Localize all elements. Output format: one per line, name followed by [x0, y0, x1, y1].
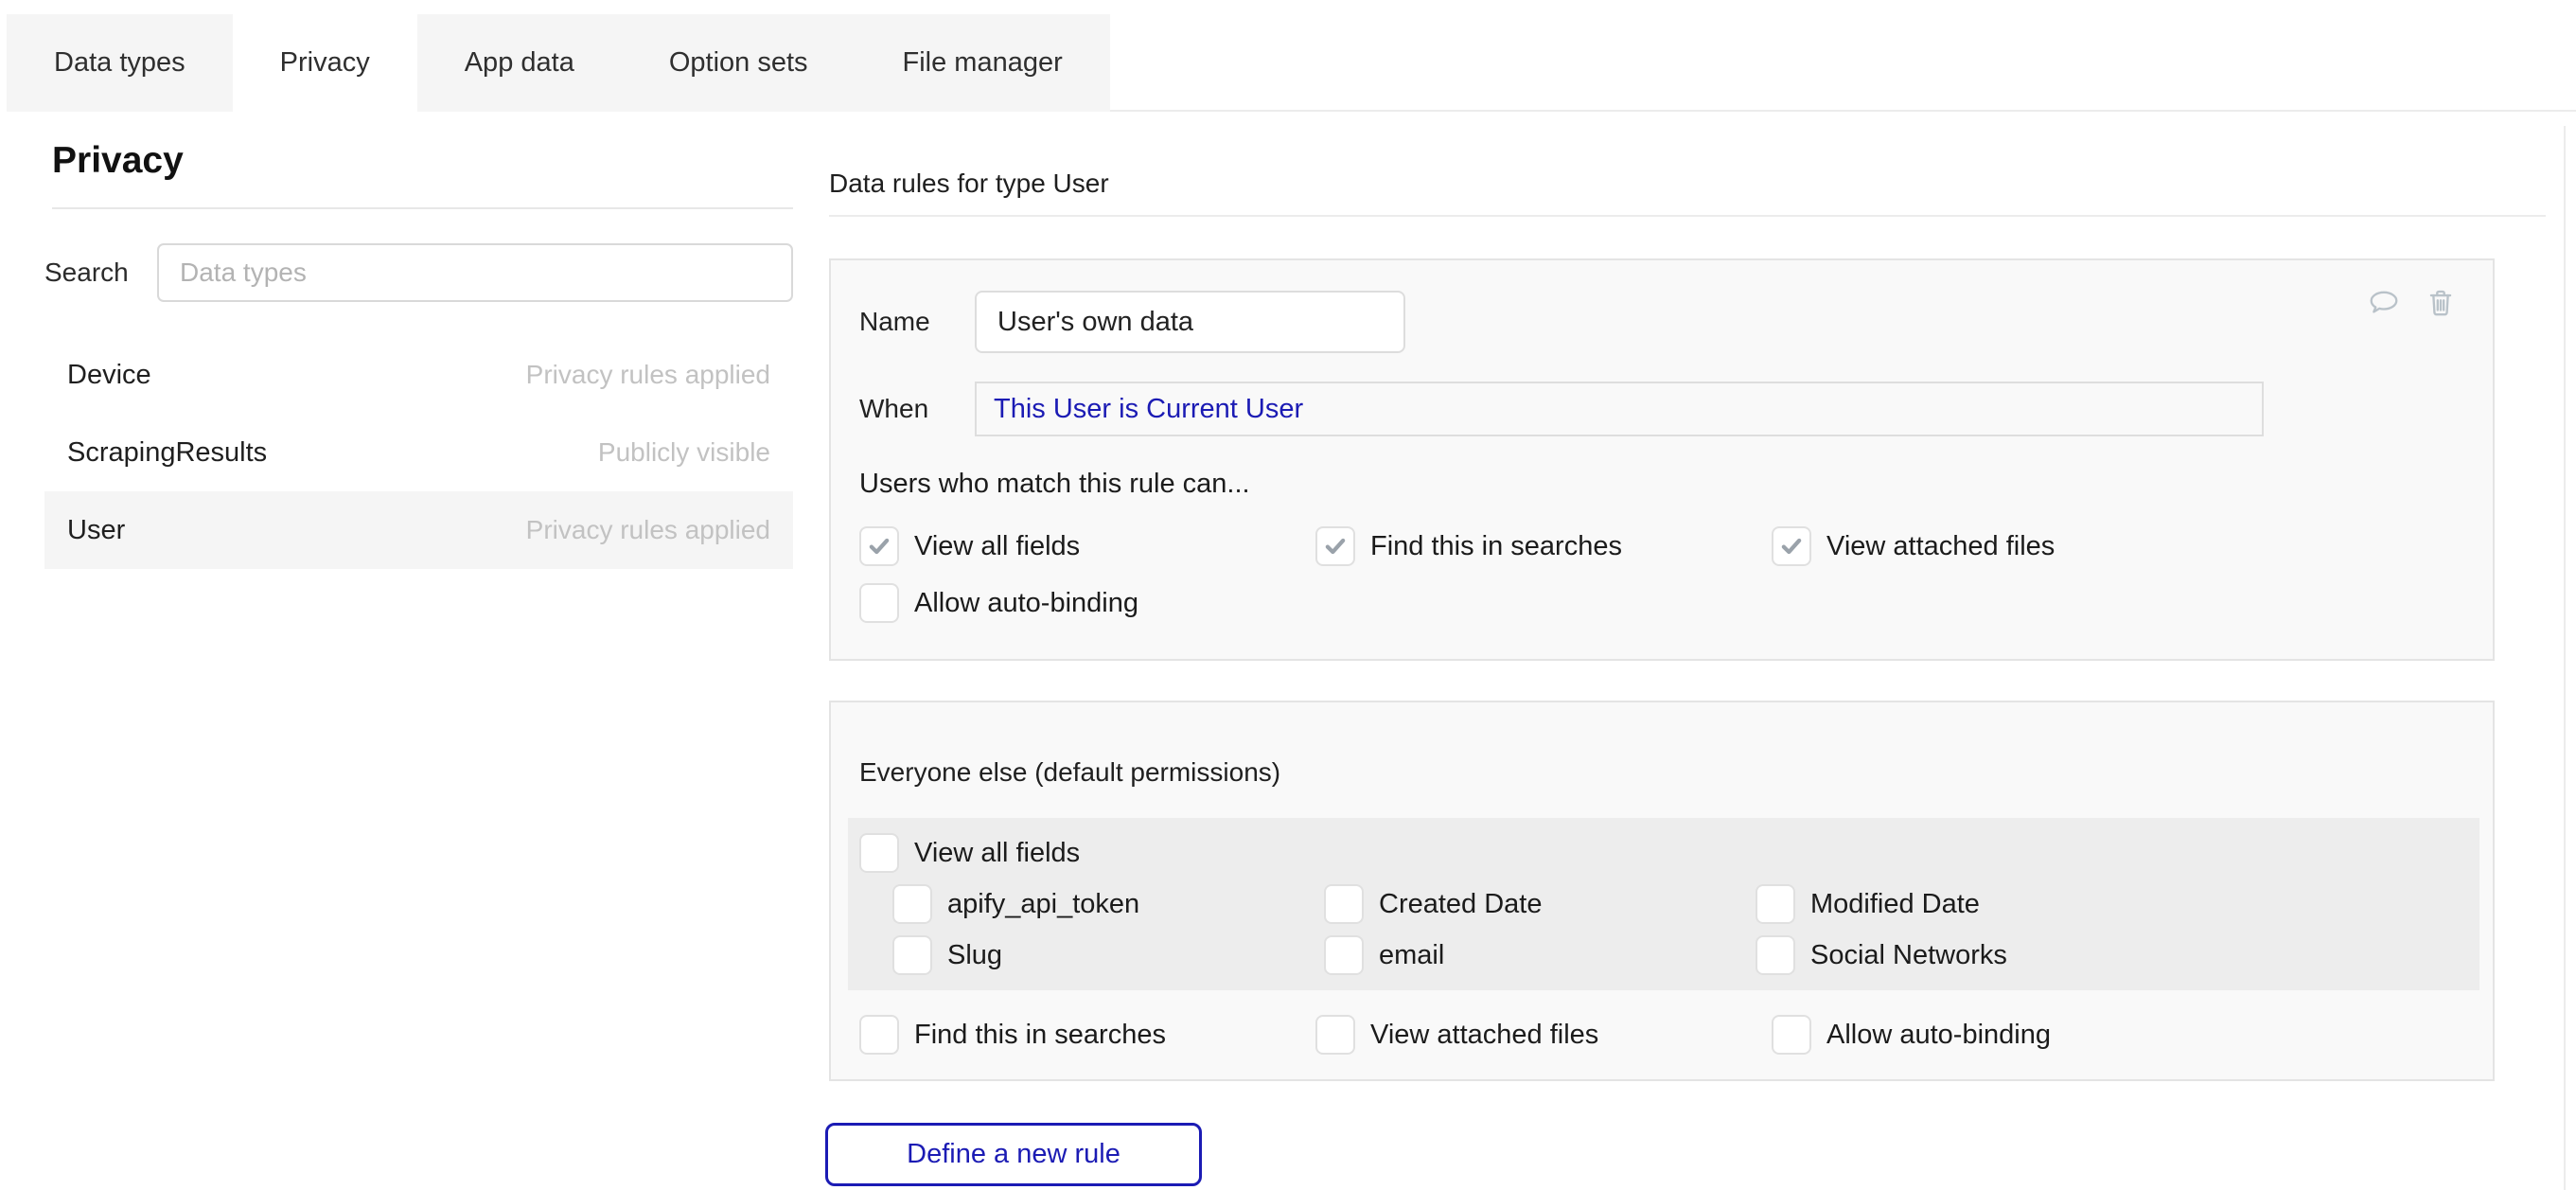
datatype-status: Publicly visible	[598, 437, 770, 468]
tab-label: File manager	[903, 47, 1063, 79]
permission-label: View attached files	[1826, 531, 2055, 562]
field-label: Created Date	[1379, 889, 1543, 920]
when-label: When	[859, 394, 975, 424]
checkmark-icon	[866, 533, 892, 559]
rule-subtitle: Users who match this rule can...	[859, 469, 2464, 500]
search-row: Search	[44, 243, 793, 302]
checkbox[interactable]	[892, 884, 932, 924]
define-new-rule-button[interactable]: Define a new rule	[825, 1123, 1202, 1186]
datatype-row-user[interactable]: User Privacy rules applied	[44, 491, 793, 569]
privacy-sidebar: Privacy Search Device Privacy rules appl…	[44, 112, 793, 569]
datatype-status: Privacy rules applied	[526, 515, 770, 545]
content-area: Privacy Search Device Privacy rules appl…	[0, 112, 2576, 1186]
rule-name-input[interactable]	[975, 291, 1405, 353]
datatype-name: ScrapingResults	[67, 437, 267, 469]
tab-label: Data types	[54, 47, 185, 79]
checkbox[interactable]	[1324, 884, 1364, 924]
tab-label: Privacy	[280, 47, 370, 79]
rule-when-row: When This User is Current User	[859, 382, 2464, 436]
checkbox[interactable]	[1756, 884, 1795, 924]
search-input[interactable]	[157, 243, 793, 302]
field-created-date[interactable]: Created Date	[1324, 884, 1756, 924]
trash-icon[interactable]	[2425, 287, 2457, 319]
field-slug[interactable]: Slug	[892, 935, 1324, 975]
data-rules-panel: Data rules for type User	[829, 112, 2546, 1186]
default-permissions-card: Everyone else (default permissions) View…	[829, 701, 2495, 1081]
permission-allow-auto-binding[interactable]: Allow auto-binding	[859, 583, 1315, 623]
data-rules-divider	[829, 215, 2546, 217]
permission-find-in-searches[interactable]: Find this in searches	[1315, 526, 1772, 566]
checkbox[interactable]	[859, 833, 899, 873]
when-condition-value[interactable]: This User is Current User	[994, 394, 1303, 425]
checkbox[interactable]	[1756, 935, 1795, 975]
name-label: Name	[859, 307, 975, 337]
default-view-all-fields[interactable]: View all fields	[859, 833, 2468, 873]
checkbox[interactable]	[1772, 1015, 1811, 1055]
checkbox[interactable]	[1772, 526, 1811, 566]
datatype-row-device[interactable]: Device Privacy rules applied	[44, 336, 793, 414]
tab-bar-filler	[1110, 14, 2576, 112]
field-social-networks[interactable]: Social Networks	[1756, 935, 2187, 975]
checkbox[interactable]	[1315, 526, 1355, 566]
default-permissions-title: Everyone else (default permissions)	[859, 757, 2464, 788]
search-label: Search	[44, 258, 157, 288]
tab-bar: Data types Privacy App data Option sets …	[7, 14, 2576, 112]
tab-data-types[interactable]: Data types	[7, 14, 233, 112]
default-view-attached-files[interactable]: View attached files	[1315, 1015, 1772, 1055]
datatype-name: User	[67, 515, 125, 546]
default-find-in-searches[interactable]: Find this in searches	[859, 1015, 1315, 1055]
checkbox[interactable]	[892, 935, 932, 975]
field-checkbox-grid: apify_api_token Created Date Modified Da…	[892, 884, 2468, 975]
permission-view-all-fields[interactable]: View all fields	[859, 526, 1315, 566]
datatype-status: Privacy rules applied	[526, 360, 770, 390]
field-modified-date[interactable]: Modified Date	[1756, 884, 2187, 924]
datatype-name: Device	[67, 360, 151, 391]
field-email[interactable]: email	[1324, 935, 1756, 975]
tab-app-data[interactable]: App data	[417, 14, 622, 112]
tab-label: App data	[465, 47, 574, 79]
checkbox[interactable]	[859, 583, 899, 623]
comment-icon[interactable]	[2368, 287, 2400, 319]
checkbox[interactable]	[859, 1015, 899, 1055]
tab-file-manager[interactable]: File manager	[856, 14, 1110, 112]
datatype-row-scrapingresults[interactable]: ScrapingResults Publicly visible	[44, 414, 793, 491]
field-label: email	[1379, 940, 1444, 971]
permission-view-attached-files[interactable]: View attached files	[1772, 526, 2228, 566]
default-permissions-grid: Find this in searches View attached file…	[859, 1015, 2464, 1055]
permission-label: Find this in searches	[1370, 531, 1622, 562]
permission-label: View all fields	[914, 531, 1080, 562]
checkbox[interactable]	[1315, 1015, 1355, 1055]
checkbox[interactable]	[1324, 935, 1364, 975]
tab-option-sets[interactable]: Option sets	[622, 14, 856, 112]
permission-label: Allow auto-binding	[914, 588, 1138, 619]
default-allow-auto-binding[interactable]: Allow auto-binding	[1772, 1015, 2228, 1055]
permission-label: Find this in searches	[914, 1020, 1166, 1051]
window-right-border	[2564, 126, 2566, 1190]
sidebar-divider	[52, 207, 793, 209]
rule-permissions-grid: View all fields Find this in searches Vi…	[859, 526, 2464, 623]
data-rules-title: Data rules for type User	[829, 169, 2546, 199]
when-condition-box[interactable]: This User is Current User	[975, 382, 2264, 436]
checkmark-icon	[1778, 533, 1805, 559]
tab-label: Option sets	[669, 47, 808, 79]
field-label: Slug	[947, 940, 1002, 971]
checkbox[interactable]	[859, 526, 899, 566]
rule-name-row: Name	[859, 291, 2464, 353]
view-all-fields-section: View all fields apify_api_token Created …	[848, 818, 2479, 990]
datatype-list: Device Privacy rules applied ScrapingRes…	[44, 336, 793, 569]
tab-privacy[interactable]: Privacy	[233, 14, 417, 112]
permission-label: View attached files	[1370, 1020, 1598, 1051]
field-label: apify_api_token	[947, 889, 1139, 920]
checkmark-icon	[1322, 533, 1349, 559]
rule-card: Name When This User is Current User User…	[829, 258, 2495, 661]
field-label: Modified Date	[1810, 889, 1980, 920]
field-label: Social Networks	[1810, 940, 2007, 971]
page-title: Privacy	[52, 140, 793, 182]
field-apify-api-token[interactable]: apify_api_token	[892, 884, 1324, 924]
permission-label: Allow auto-binding	[1826, 1020, 2051, 1051]
permission-label: View all fields	[914, 838, 1080, 869]
rule-card-actions	[2368, 287, 2457, 319]
